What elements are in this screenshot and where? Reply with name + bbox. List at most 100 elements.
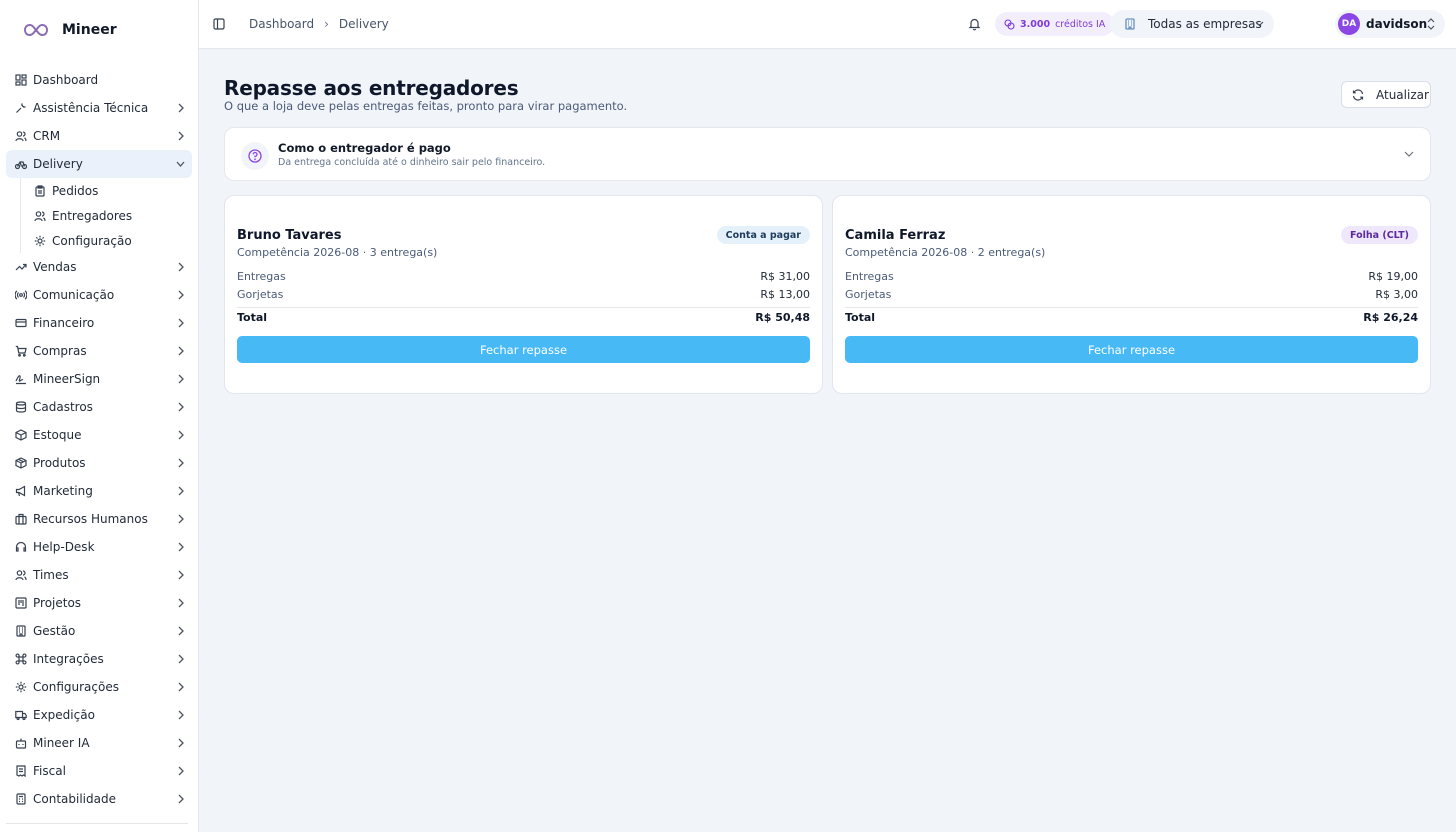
chevron-down-icon [1404, 151, 1414, 157]
database-icon [14, 401, 27, 414]
chevron-right-icon [178, 514, 184, 524]
sidebar-item-configuracao[interactable]: Configuração [29, 228, 192, 253]
sidebar-item-fiscal[interactable]: Fiscal [6, 757, 192, 785]
sidebar-item-crm[interactable]: CRM [6, 122, 192, 150]
bell-icon[interactable] [968, 17, 981, 31]
sidebar-item-label: Gestão [33, 624, 76, 638]
sidebar-item-label: CRM [33, 129, 61, 143]
sidebar-item-financeiro[interactable]: Financeiro [6, 309, 192, 337]
sidebar-item-marketing[interactable]: Marketing [6, 477, 192, 505]
brand[interactable]: Mineer [24, 18, 117, 42]
sidebar-item-label: Help-Desk [33, 540, 95, 554]
tips-value: R$ 3,00 [1375, 288, 1418, 301]
sidebar-item-integracoes[interactable]: Integrações [6, 645, 192, 673]
sidebar-item-cadastros[interactable]: Cadastros [6, 393, 192, 421]
sidebar-item-label: Estoque [33, 428, 82, 442]
chevron-right-icon [178, 346, 184, 356]
building-icon [14, 513, 27, 526]
breadcrumb-dashboard[interactable]: Dashboard [249, 17, 314, 31]
sidebar-item-comunicacao[interactable]: Comunicação [6, 281, 192, 309]
status-badge: Conta a pagar [716, 226, 810, 244]
brand-name: Mineer [62, 22, 117, 38]
sidebar-divider [6, 823, 188, 824]
sidebar-item-label: Financeiro [33, 316, 95, 330]
wrench-icon [14, 102, 27, 115]
company-selector[interactable]: Todas as empresas [1110, 10, 1274, 38]
courier-meta: Competência 2026-08 · 2 entrega(s) [845, 246, 1046, 259]
sidebar-item-compras[interactable]: Compras [6, 337, 192, 365]
receipt-icon [14, 765, 27, 778]
sidebar-item-mineer-ia[interactable]: Mineer IA [6, 729, 192, 757]
courier-name: Bruno Tavares [237, 228, 342, 243]
chevron-right-icon [178, 766, 184, 776]
info-title: Como o entregador é pago [278, 141, 451, 155]
tips-row: Gorjetas R$ 3,00 [845, 288, 1418, 304]
mineer-logo-icon [24, 18, 50, 42]
box-icon [14, 429, 27, 442]
breadcrumb: Dashboard › Delivery [249, 17, 389, 31]
chevron-right-icon [178, 103, 184, 113]
deliveries-label: Entregas [845, 270, 894, 283]
sidebar-item-label: Dashboard [33, 73, 99, 87]
sidebar-item-help-desk[interactable]: Help-Desk [6, 533, 192, 561]
sidebar-item-produtos[interactable]: Produtos [6, 449, 192, 477]
info-subtitle: Da entrega concluída até o dinheiro sair… [278, 157, 546, 168]
chevron-right-icon [178, 654, 184, 664]
clipboard-icon [33, 184, 46, 197]
refresh-button[interactable]: Atualizar [1341, 81, 1431, 108]
sidebar-item-mineersign[interactable]: MineerSign [6, 365, 192, 393]
chevron-right-icon [178, 542, 184, 552]
radio-icon [14, 289, 27, 302]
sidebar-item-delivery[interactable]: Delivery [6, 150, 192, 178]
payment-info-accordion[interactable]: Como o entregador é pago Da entrega conc… [224, 127, 1431, 181]
sidebar-item-label: Integrações [33, 652, 104, 666]
tips-label: Gorjetas [237, 288, 284, 301]
deliveries-row: Entregas R$ 31,00 [237, 270, 810, 286]
company-name: Todas as empresas [1148, 17, 1262, 31]
sidebar-item-pedidos[interactable]: Pedidos [29, 178, 192, 203]
sidebar-item-vendas[interactable]: Vendas [6, 253, 192, 281]
sidebar-item-label: Contabilidade [33, 792, 116, 806]
credits-label: créditos IA [1055, 18, 1106, 30]
sidebar-item-label: Projetos [33, 596, 82, 610]
tips-row: Gorjetas R$ 13,00 [237, 288, 810, 304]
sidebar-item-label: Mineer IA [33, 736, 90, 750]
sidebar-item-estoque[interactable]: Estoque [6, 421, 192, 449]
sidebar-item-gestao[interactable]: Gestão [6, 617, 192, 645]
sidebar-item-label: Comunicação [33, 288, 115, 302]
sidebar-item-recursos-humanos[interactable]: Recursos Humanos [6, 505, 192, 533]
sidebar-item-entregadores[interactable]: Entregadores [29, 203, 192, 228]
ai-credits-badge[interactable]: 3.000 créditos IA [995, 12, 1115, 36]
close-payout-button[interactable]: Fechar repasse [237, 336, 810, 363]
sidebar-item-contabilidade[interactable]: Contabilidade [6, 785, 192, 813]
sidebar-toggle-icon[interactable] [213, 18, 225, 30]
sidebar-item-dashboard[interactable]: Dashboard [6, 66, 192, 94]
sidebar-item-times[interactable]: Times [6, 561, 192, 589]
trending-up-icon [14, 261, 27, 274]
delivery-submenu: Pedidos Entregadores Configuração [20, 178, 192, 253]
chevron-right-icon [178, 794, 184, 804]
close-payout-button[interactable]: Fechar repasse [845, 336, 1418, 363]
breadcrumb-delivery[interactable]: Delivery [339, 17, 389, 31]
sidebar-item-expedicao[interactable]: Expedição [6, 701, 192, 729]
calculator-icon [14, 793, 27, 806]
sidebar-item-label: Configuração [52, 233, 132, 248]
user-menu[interactable]: DA davidson [1335, 10, 1445, 38]
chevron-down-icon [176, 161, 185, 167]
tips-label: Gorjetas [845, 288, 892, 301]
total-row: Total R$ 26,24 [845, 311, 1418, 324]
sidebar-item-projetos[interactable]: Projetos [6, 589, 192, 617]
credits-icon [1004, 18, 1015, 30]
topbar: Dashboard › Delivery 3.000 créditos IA T… [199, 0, 1456, 49]
breadcrumb-separator-icon: › [324, 17, 329, 31]
chevron-right-icon [178, 458, 184, 468]
headset-icon [14, 541, 27, 554]
sidebar-item-label: Compras [33, 344, 87, 358]
page-title: Repasse aos entregadores [224, 76, 519, 100]
deliveries-value: R$ 31,00 [760, 270, 810, 283]
office-icon [14, 625, 27, 638]
package-icon [14, 457, 27, 470]
sidebar-item-configuracoes[interactable]: Configurações [6, 673, 192, 701]
sidebar-item-assistencia[interactable]: Assistência Técnica [6, 94, 192, 122]
megaphone-icon [14, 485, 27, 498]
